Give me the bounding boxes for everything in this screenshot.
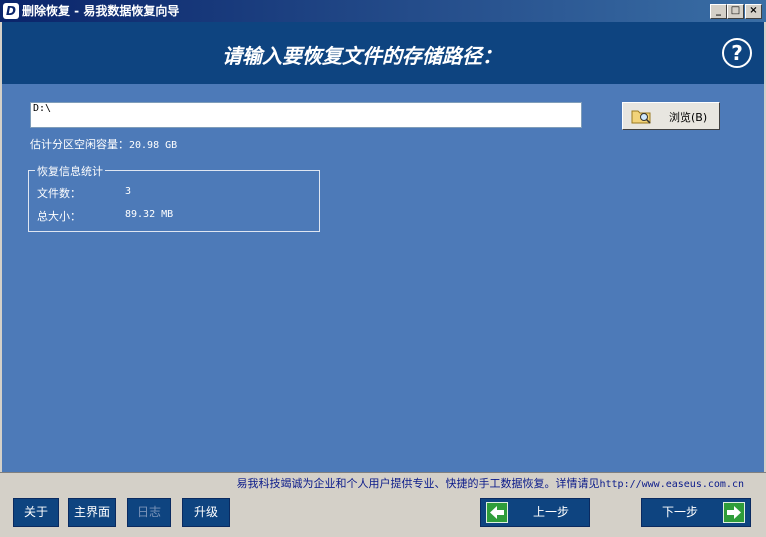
maximize-button[interactable]: □ <box>727 4 744 19</box>
group-legend: 恢复信息统计 <box>35 163 105 179</box>
free-space: 估计分区空闲容量：20.98 GB <box>30 136 177 152</box>
page-title: 请输入要恢复文件的存储路径： <box>222 44 502 68</box>
arrow-right-icon <box>723 502 745 523</box>
next-label: 下一步 <box>662 505 699 519</box>
help-icon[interactable]: ? <box>722 38 752 68</box>
folder-search-icon <box>631 110 651 124</box>
footer-note-text: 易我科技竭诚为企业和个人用户提供专业、快捷的手工数据恢复。详情请见 <box>236 477 600 490</box>
browse-button[interactable]: 浏览(B) <box>622 102 720 130</box>
title-bar: D 删除恢复 - 易我数据恢复向导 _ □ × <box>0 0 766 22</box>
window-title: 删除恢复 - 易我数据恢复向导 <box>22 4 180 18</box>
arrow-left-icon <box>486 502 508 523</box>
total-size-label: 总大小： <box>37 210 81 223</box>
footer: 易我科技竭诚为企业和个人用户提供专业、快捷的手工数据恢复。详情请见http://… <box>0 472 766 537</box>
footer-note: 易我科技竭诚为企业和个人用户提供专业、快捷的手工数据恢复。详情请见http://… <box>237 475 745 491</box>
minimize-button[interactable]: _ <box>710 4 727 19</box>
next-button[interactable]: 下一步 <box>641 498 751 527</box>
recovery-stats-group: 恢复信息统计 文件数： 3 总大小： 89.32 MB <box>28 163 320 232</box>
log-button[interactable]: 日志 <box>127 498 171 527</box>
free-space-value: 20.98 GB <box>129 140 178 151</box>
previous-label: 上一步 <box>533 505 570 519</box>
browse-label: 浏览(B) <box>669 111 708 124</box>
close-button[interactable]: × <box>745 4 762 19</box>
file-count-row: 文件数： 3 <box>37 185 131 201</box>
path-input[interactable]: D:\ <box>30 102 582 128</box>
file-count-label: 文件数： <box>37 187 81 200</box>
file-count-value: 3 <box>125 186 132 197</box>
footer-url[interactable]: http://www.easeus.com.cn <box>600 479 745 490</box>
main-menu-button[interactable]: 主界面 <box>68 498 116 527</box>
about-button[interactable]: 关于 <box>13 498 59 527</box>
free-space-label: 估计分区空闲容量： <box>30 138 129 151</box>
app-icon: D <box>3 3 19 19</box>
total-size-row: 总大小： 89.32 MB <box>37 208 173 224</box>
total-size-value: 89.32 MB <box>125 209 174 220</box>
upgrade-button[interactable]: 升级 <box>182 498 230 527</box>
previous-button[interactable]: 上一步 <box>480 498 590 527</box>
main-content: D:\ 浏览(B) 估计分区空闲容量：20.98 GB 恢复信息统计 文件数： … <box>2 84 764 472</box>
header-band: 请输入要恢复文件的存储路径： ? <box>2 22 764 84</box>
